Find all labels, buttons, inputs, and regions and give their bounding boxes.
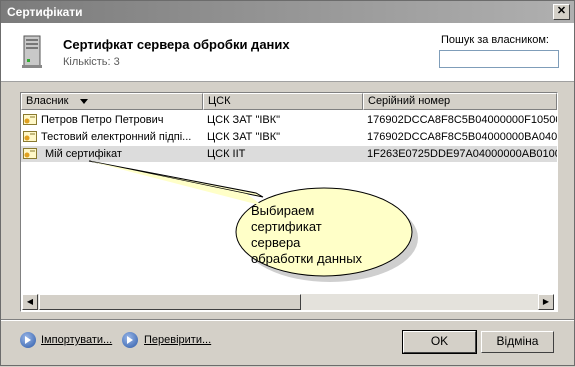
certificates-window: Сертифікати ✕ Сертифкат сервера обробки …: [0, 0, 575, 366]
callout-line: обработки данных: [251, 251, 363, 266]
owner-search-input[interactable]: [439, 50, 559, 68]
window-title: Сертифікати: [7, 5, 83, 19]
footer-divider: [1, 319, 574, 321]
scroll-left-button[interactable]: ◀: [22, 294, 38, 310]
certificate-icon: [23, 131, 37, 142]
cancel-button[interactable]: Відміна: [481, 331, 554, 353]
ok-button[interactable]: OK: [402, 330, 477, 354]
row-serial: 176902DCCA8F8C5B04000000F10500: [367, 114, 557, 126]
table-row[interactable]: Тестовий електронний підпі... ЦСК ЗАТ "І…: [21, 129, 557, 145]
verify-link[interactable]: Перевірити...: [144, 334, 211, 346]
row-csk: ЦСК ЗАТ "ІВК": [207, 114, 281, 126]
row-owner: Мій сертифікат: [45, 148, 122, 160]
column-header-serial[interactable]: Серійний номер: [363, 93, 557, 110]
arrow-left-icon: ◀: [26, 297, 34, 306]
title-bar[interactable]: Сертифікати ✕: [1, 1, 574, 23]
row-owner: Тестовий електронний підпі...: [41, 131, 192, 143]
import-arrow-icon[interactable]: [20, 332, 36, 348]
scroll-right-button[interactable]: ▶: [538, 294, 554, 310]
callout-line: сервера: [251, 235, 301, 250]
search-label: Пошук за власником:: [441, 34, 549, 46]
table-row-selected[interactable]: Мій сертифікат ЦСК ІІТ 1F263E0725DDE97A0…: [21, 146, 557, 162]
column-csk-label: ЦСК: [208, 95, 231, 107]
horizontal-scrollbar[interactable]: ◀ ▶: [22, 294, 554, 310]
import-link[interactable]: Імпортувати...: [41, 334, 112, 346]
certificate-list[interactable]: Власник ЦСК Серійний номер Петров Петро …: [20, 92, 558, 312]
row-csk: ЦСК ЗАТ "ІВК": [207, 131, 281, 143]
certificate-count: Кількість: 3: [63, 56, 120, 68]
sort-down-icon: [80, 98, 89, 104]
row-serial: 176902DCCA8F8C5B04000000BA0400: [367, 131, 557, 143]
table-row[interactable]: Петров Петро Петрович ЦСК ЗАТ "ІВК" 1769…: [21, 112, 557, 128]
column-owner-label: Власник: [26, 95, 69, 107]
scrollbar-thumb[interactable]: [39, 294, 301, 310]
certificate-icon: [23, 148, 37, 159]
arrow-right-icon: ▶: [542, 297, 550, 306]
server-icon: [22, 35, 42, 68]
close-button[interactable]: ✕: [553, 4, 570, 20]
certificate-icon: [23, 114, 37, 125]
callout-text: Выбираем сертификат сервера обработки да…: [251, 203, 362, 267]
column-serial-label: Серійний номер: [368, 95, 451, 107]
column-header-csk[interactable]: ЦСК: [203, 93, 363, 110]
callout-line: сертификат: [251, 219, 322, 234]
column-header-row: Власник ЦСК Серійний номер: [21, 93, 557, 110]
row-serial: 1F263E0725DDE97A04000000AB0100: [367, 148, 557, 160]
header-panel: Сертифкат сервера обробки даних Кількіст…: [1, 23, 574, 82]
column-header-owner[interactable]: Власник: [21, 93, 203, 110]
verify-arrow-icon[interactable]: [122, 332, 138, 348]
row-csk: ЦСК ІІТ: [207, 148, 246, 160]
callout-line: Выбираем: [251, 203, 315, 218]
page-title: Сертифкат сервера обробки даних: [63, 37, 290, 52]
row-owner: Петров Петро Петрович: [41, 114, 164, 126]
